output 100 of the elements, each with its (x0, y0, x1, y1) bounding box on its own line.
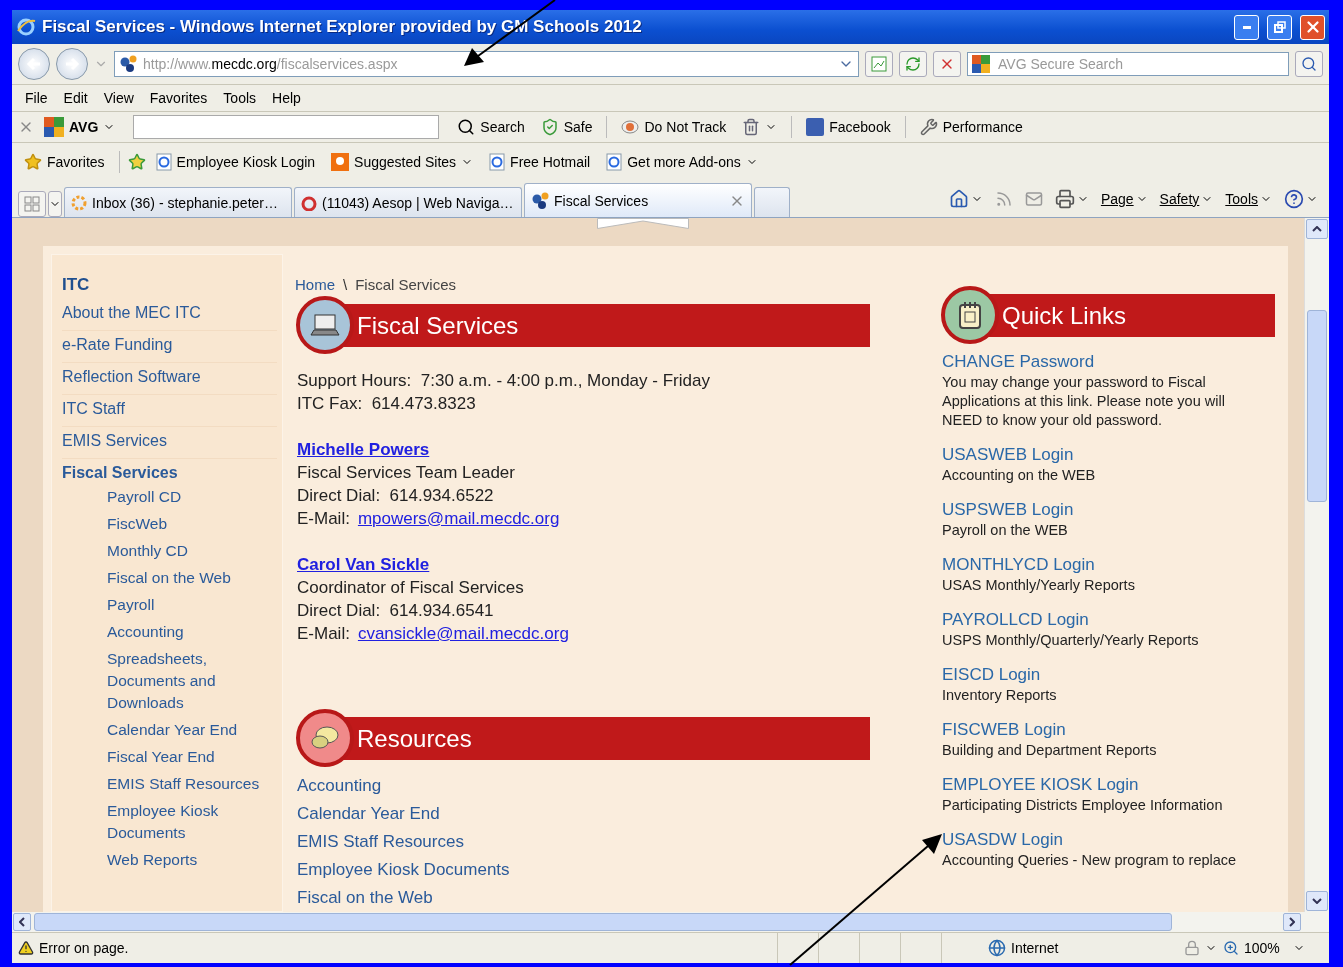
browser-tab[interactable]: Fiscal Services (524, 183, 752, 217)
scroll-right-button[interactable] (1283, 913, 1301, 931)
restore-icon (1273, 21, 1286, 33)
menu-item[interactable]: Help (265, 90, 308, 106)
email-link[interactable]: cvansickle@mail.mecdc.org (357, 622, 569, 645)
sidebar-sublink[interactable]: Payroll CD (62, 484, 182, 511)
quick-tabs-button[interactable] (18, 191, 46, 217)
sidebar-sublink[interactable]: Fiscal Year End (62, 744, 215, 771)
breadcrumb-link[interactable]: Fiscal Services (355, 275, 457, 293)
sidebar-sublink[interactable]: Monthly CD (62, 538, 188, 565)
forward-arrow-icon (64, 57, 80, 71)
toolbar-button[interactable]: Facebook (800, 118, 897, 136)
breadcrumb-link[interactable]: Home (295, 275, 335, 293)
restore-button[interactable] (1267, 14, 1292, 40)
menu-item[interactable]: Favorites (142, 90, 215, 106)
resource-link[interactable]: Employee Kiosk Documents (297, 856, 510, 884)
minimize-button[interactable] (1234, 14, 1259, 40)
quick-link[interactable]: USASDW Login (942, 829, 1063, 851)
sidebar-sublink[interactable]: EMIS Staff Resources (62, 771, 260, 798)
sidebar-link[interactable]: EMIS Services (62, 427, 277, 459)
back-button[interactable] (18, 48, 50, 80)
sidebar-sublink[interactable]: Spreadsheets, Documents and Downloads (62, 646, 267, 717)
sidebar-sublink[interactable]: FiscWeb (62, 511, 167, 538)
scroll-left-button[interactable] (13, 913, 31, 931)
quick-link[interactable]: MONTHLYCD Login (942, 554, 1095, 576)
toolbar-button[interactable]: Performance (913, 118, 1029, 136)
search-button[interactable] (1295, 51, 1323, 77)
command-menu[interactable]: Page (1095, 191, 1153, 207)
toolbar-button[interactable]: Do Not Track (615, 119, 733, 135)
avg-logo-icon (44, 117, 64, 137)
command-menu[interactable]: Safety (1154, 191, 1219, 207)
status-message[interactable]: Error on page. (39, 940, 129, 956)
quick-link[interactable]: FISCWEB Login (942, 719, 1066, 741)
resource-link[interactable]: Fiscal on the Web (297, 884, 433, 912)
sidebar-link[interactable]: ITC Staff (62, 395, 277, 427)
section-title: Resources (357, 724, 472, 753)
scrollbar-thumb[interactable] (1307, 310, 1327, 502)
close-button[interactable] (1300, 14, 1325, 40)
site-icon (531, 191, 549, 210)
menu-item[interactable]: Tools (216, 90, 264, 106)
contact-name-link[interactable]: Michelle Powers (297, 438, 430, 461)
warning-icon (18, 940, 34, 956)
sidebar-sublink[interactable]: Accounting (62, 619, 184, 646)
menu-item[interactable]: File (18, 90, 55, 106)
avg-search-field[interactable] (133, 115, 440, 139)
refresh-button[interactable] (899, 51, 927, 77)
favorites-link[interactable]: Employee Kiosk Login (149, 153, 322, 171)
quick-link[interactable]: CHANGE Password (942, 351, 1095, 373)
sidebar-link[interactable]: Fiscal Services (62, 459, 277, 484)
search-icon (457, 118, 476, 136)
toolbar-button[interactable]: Search (451, 118, 531, 136)
sidebar-link[interactable]: About the MEC ITC (62, 299, 277, 331)
browser-tab[interactable]: Inbox (36) - stephanie.peter… (64, 187, 292, 217)
sidebar-sublink[interactable]: Web Reports (62, 847, 198, 874)
sidebar-link[interactable]: Reflection Software (62, 363, 277, 395)
menu-item[interactable]: Edit (56, 90, 95, 106)
sidebar-sublink[interactable]: Payroll (62, 592, 155, 619)
zoom-button[interactable]: 100% (1223, 940, 1323, 956)
favorites-link[interactable]: Get more Add-ons (600, 153, 764, 171)
new-tab-button[interactable] (754, 187, 790, 217)
quick-link-description: USAS Monthly/Yearly Reports (942, 576, 1136, 595)
sidebar-sublink[interactable]: Employee Kiosk Documents (62, 798, 267, 847)
lock-icon[interactable] (1184, 940, 1200, 956)
sidebar-link[interactable]: e-Rate Funding (62, 331, 277, 363)
resource-link[interactable]: Calendar Year End (297, 800, 440, 828)
avg-menu-button[interactable]: AVG (38, 117, 122, 137)
browser-tab[interactable]: (11043) Aesop | Web Naviga… (294, 187, 522, 217)
search-field[interactable]: AVG Secure Search (967, 52, 1289, 76)
toolbar-button[interactable]: Safe (534, 118, 599, 136)
forward-button[interactable] (56, 48, 88, 80)
email-link[interactable]: mpowers@mail.mecdc.org (357, 507, 560, 530)
quick-link[interactable]: EISCD Login (942, 664, 1041, 686)
menu-item[interactable]: View (96, 90, 141, 106)
ie-page-icon (606, 153, 623, 171)
section-title: Fiscal Services (357, 311, 519, 340)
chevron-up-icon (1312, 226, 1322, 232)
add-favorite-icon[interactable] (127, 153, 146, 171)
chevron-left-icon (19, 917, 25, 927)
scrollbar-thumb[interactable] (34, 913, 1172, 931)
compatibility-button[interactable] (865, 51, 893, 77)
quick-link[interactable]: USPSWEB Login (942, 499, 1074, 521)
minimize-icon (1242, 25, 1251, 29)
favorites-link[interactable]: Free Hotmail (483, 153, 597, 171)
scroll-down-button[interactable] (1306, 891, 1328, 911)
resource-link[interactable]: EMIS Staff Resources (297, 828, 464, 856)
resource-link[interactable]: Accounting (297, 772, 382, 800)
favorites-button[interactable]: Favorites (18, 153, 111, 171)
sidebar-sublink[interactable]: Fiscal on the Web (62, 565, 231, 592)
stop-button[interactable] (933, 51, 961, 77)
quick-link[interactable]: USASWEB Login (942, 444, 1074, 466)
contact-name-link[interactable]: Carol Van Sickle (297, 553, 430, 576)
address-field[interactable]: http://www.mecdc.org/fiscalservices.aspx (114, 51, 859, 77)
quick-link[interactable]: PAYROLLCD Login (942, 609, 1089, 631)
tab-list-button[interactable] (48, 191, 62, 217)
favorites-link[interactable]: Suggested Sites (325, 153, 480, 171)
sidebar-sublink[interactable]: Calendar Year End (62, 717, 238, 744)
command-menu[interactable]: Tools (1220, 191, 1277, 207)
scroll-up-button[interactable] (1306, 219, 1328, 239)
quick-link[interactable]: EMPLOYEE KIOSK Login (942, 774, 1139, 796)
quick-link-description: Payroll on the WEB (942, 521, 1069, 540)
